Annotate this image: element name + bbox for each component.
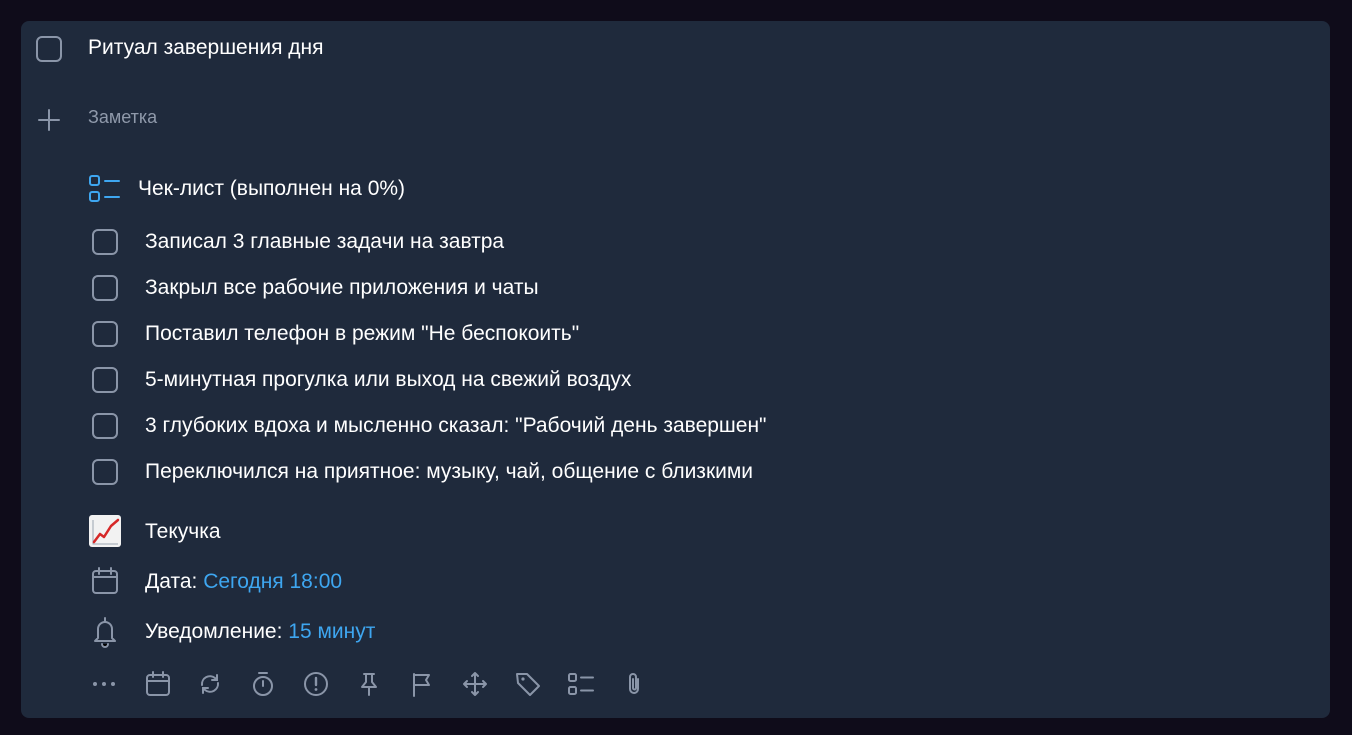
checklist-item-label[interactable]: Закрыл все рабочие приложения и чаты bbox=[145, 276, 539, 300]
checklist-item-label[interactable]: Поставил телефон в режим "Не беспокоить" bbox=[145, 322, 579, 346]
note-field[interactable]: Заметка bbox=[88, 107, 157, 128]
checklist-item-checkbox[interactable] bbox=[92, 367, 118, 393]
reminder-label: Уведомление: bbox=[145, 620, 283, 643]
reminder-value[interactable]: 15 минут bbox=[288, 620, 375, 643]
bell-icon bbox=[90, 616, 120, 648]
add-note-icon[interactable] bbox=[36, 107, 62, 133]
priority-icon[interactable] bbox=[302, 670, 330, 698]
checklist-icon[interactable] bbox=[567, 670, 595, 698]
date-row[interactable]: Дата: Сегодня 18:00 bbox=[145, 570, 342, 594]
attach-icon[interactable] bbox=[620, 670, 648, 698]
checklist-item-label[interactable]: 3 глубоких вдоха и мысленно сказал: "Раб… bbox=[145, 414, 767, 438]
chart-increasing-icon bbox=[88, 514, 122, 548]
task-checkbox[interactable] bbox=[36, 36, 62, 62]
repeat-icon[interactable] bbox=[196, 670, 224, 698]
checklist-item-checkbox[interactable] bbox=[92, 229, 118, 255]
flag-icon[interactable] bbox=[408, 670, 436, 698]
tag-icon[interactable] bbox=[514, 670, 542, 698]
checklist-icon bbox=[88, 174, 122, 204]
timer-icon[interactable] bbox=[249, 670, 277, 698]
task-title[interactable]: Ритуал завершения дня bbox=[88, 36, 324, 60]
move-icon[interactable] bbox=[461, 670, 489, 698]
reminder-row[interactable]: Уведомление: 15 минут bbox=[145, 620, 375, 644]
calendar-icon bbox=[90, 566, 120, 596]
checklist-item-label[interactable]: 5-минутная прогулка или выход на свежий … bbox=[145, 368, 631, 392]
checklist-item-checkbox[interactable] bbox=[92, 321, 118, 347]
checklist-item-checkbox[interactable] bbox=[92, 275, 118, 301]
pin-icon[interactable] bbox=[355, 670, 383, 698]
calendar-icon[interactable] bbox=[144, 670, 172, 698]
checklist-item-label[interactable]: Записал 3 главные задачи на завтра bbox=[145, 230, 504, 254]
checklist-item-label[interactable]: Переключился на приятное: музыку, чай, о… bbox=[145, 460, 753, 484]
checklist-header: Чек-лист (выполнен на 0%) bbox=[138, 177, 406, 200]
checklist-item-checkbox[interactable] bbox=[92, 459, 118, 485]
project-name[interactable]: Текучка bbox=[145, 520, 221, 544]
checklist-item-checkbox[interactable] bbox=[92, 413, 118, 439]
date-label: Дата: bbox=[145, 570, 198, 593]
more-icon[interactable] bbox=[90, 670, 118, 698]
date-value[interactable]: Сегодня 18:00 bbox=[203, 570, 342, 593]
